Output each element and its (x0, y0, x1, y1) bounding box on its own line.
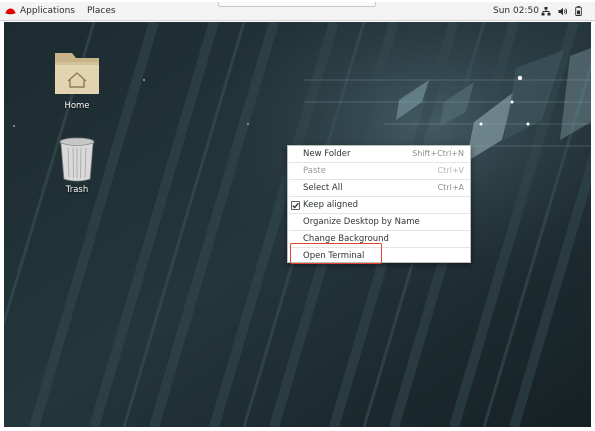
desktop-icon-label: Trash (65, 185, 89, 195)
redhat-logo-icon (5, 8, 16, 15)
menu-item-organize-desktop[interactable]: Organize Desktop by Name (288, 214, 470, 230)
menu-item-accelerator: Shift+Ctrl+N (412, 149, 464, 158)
desktop-icon-home[interactable]: Home (47, 48, 107, 111)
menu-item-accelerator: Ctrl+A (437, 183, 464, 192)
checkbox-checked-icon[interactable] (291, 201, 300, 210)
clock[interactable]: Sun 02:50 (493, 6, 539, 16)
volume-icon[interactable] (558, 7, 568, 16)
highlight-annotation-box (290, 243, 382, 264)
applications-label: Applications (20, 6, 75, 16)
screen: Applications Places Sun 02:50 Home Trash… (0, 0, 595, 431)
top-bar-left: Applications Places (5, 6, 116, 16)
desktop-icon-trash[interactable]: Trash (47, 136, 107, 195)
places-menu-button[interactable]: Places (87, 6, 116, 16)
menu-item-select-all[interactable]: Select All Ctrl+A (288, 180, 470, 196)
system-tray[interactable] (541, 6, 582, 16)
menu-item-new-folder[interactable]: New Folder Shift+Ctrl+N (288, 146, 470, 162)
network-icon[interactable] (541, 6, 551, 16)
menu-item-label: Keep aligned (303, 200, 359, 210)
applications-menu-button[interactable]: Applications (5, 6, 75, 16)
battery-icon[interactable] (575, 6, 582, 16)
menu-item-label: Paste (303, 166, 326, 176)
home-folder-icon (55, 53, 99, 94)
menu-item-accelerator: Ctrl+V (437, 166, 464, 175)
menu-item-label: Select All (303, 183, 343, 193)
menu-item-paste[interactable]: Paste Ctrl+V (288, 163, 470, 179)
menu-item-keep-aligned[interactable]: Keep aligned (288, 197, 470, 213)
trash-icon (59, 137, 95, 182)
activities-hot-corner[interactable] (218, 2, 376, 7)
desktop-icon-label: Home (64, 101, 90, 111)
top-bar: Applications Places Sun 02:50 (0, 2, 595, 21)
menu-item-label: Organize Desktop by Name (303, 217, 420, 227)
menu-item-label: New Folder (303, 149, 351, 159)
